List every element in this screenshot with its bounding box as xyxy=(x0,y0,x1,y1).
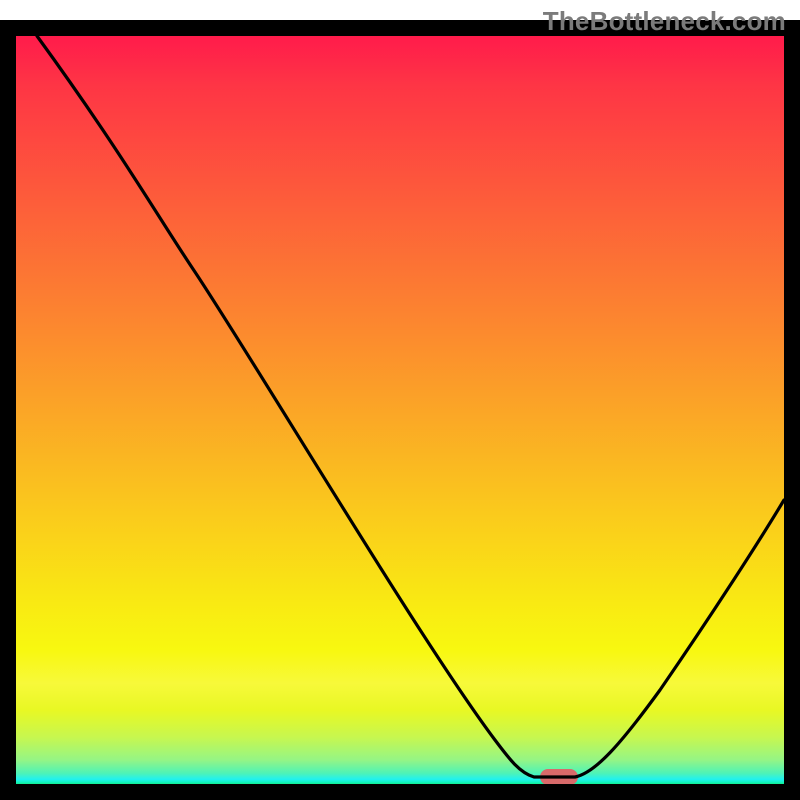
chart-container: TheBottleneck.com xyxy=(0,0,800,800)
gradient-upper xyxy=(16,36,784,650)
watermark-text: TheBottleneck.com xyxy=(543,6,786,37)
chart-svg xyxy=(0,0,800,800)
gradient-lower xyxy=(16,650,784,784)
